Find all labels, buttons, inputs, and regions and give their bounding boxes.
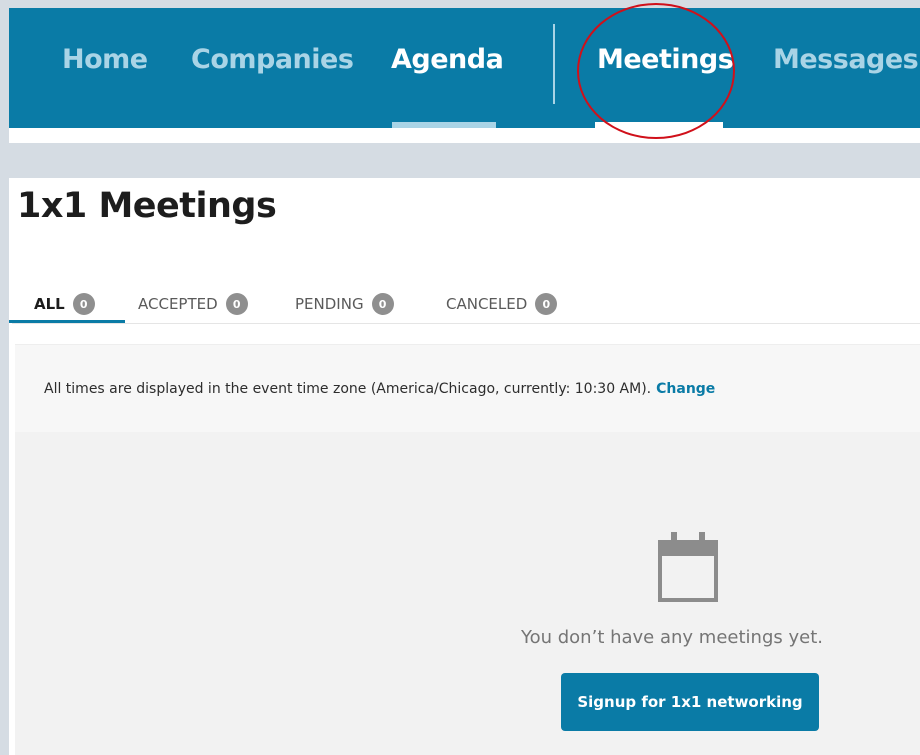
meetings-page: 1x1 Meetings ALL 0 ACCEPTED 0 PENDING 0 … xyxy=(9,178,920,755)
nav-bottom-strip xyxy=(9,128,920,143)
nav-divider xyxy=(553,24,555,104)
tab-pending[interactable]: PENDING 0 xyxy=(295,286,394,322)
tab-pending-count: 0 xyxy=(371,293,394,315)
tab-all-count: 0 xyxy=(72,293,95,315)
calendar-icon xyxy=(658,532,718,602)
top-navigation: Home Companies Agenda Meetings Messages xyxy=(9,8,920,128)
nav-messages[interactable]: Messages xyxy=(773,44,919,75)
nav-home[interactable]: Home xyxy=(62,44,148,75)
tab-accepted-count: 0 xyxy=(225,293,248,315)
timezone-notice: All times are displayed in the event tim… xyxy=(44,380,652,397)
change-timezone-link[interactable]: Change xyxy=(656,381,715,397)
meeting-status-tabs: ALL 0 ACCEPTED 0 PENDING 0 CANCELED 0 xyxy=(12,278,920,324)
highlight-annotation-circle xyxy=(577,3,735,139)
signup-networking-button[interactable]: Signup for 1x1 networking xyxy=(561,673,819,731)
tab-pending-label: PENDING xyxy=(295,295,364,313)
page-title: 1x1 Meetings xyxy=(17,186,277,226)
tab-accepted[interactable]: ACCEPTED 0 xyxy=(138,286,248,322)
tab-accepted-label: ACCEPTED xyxy=(138,295,218,313)
empty-state-message: You don’t have any meetings yet. xyxy=(521,627,823,648)
tab-canceled-label: CANCELED xyxy=(446,295,528,313)
nav-companies[interactable]: Companies xyxy=(191,44,354,75)
tab-all-label: ALL xyxy=(34,295,65,313)
nav-agenda[interactable]: Agenda xyxy=(391,44,504,75)
tab-canceled[interactable]: CANCELED 0 xyxy=(446,286,558,322)
empty-state: You don’t have any meetings yet. Signup … xyxy=(15,432,920,755)
timezone-banner: All times are displayed in the event tim… xyxy=(15,344,920,432)
tab-canceled-count: 0 xyxy=(535,293,558,315)
tab-active-indicator xyxy=(9,320,125,323)
tab-all[interactable]: ALL 0 xyxy=(34,286,95,322)
